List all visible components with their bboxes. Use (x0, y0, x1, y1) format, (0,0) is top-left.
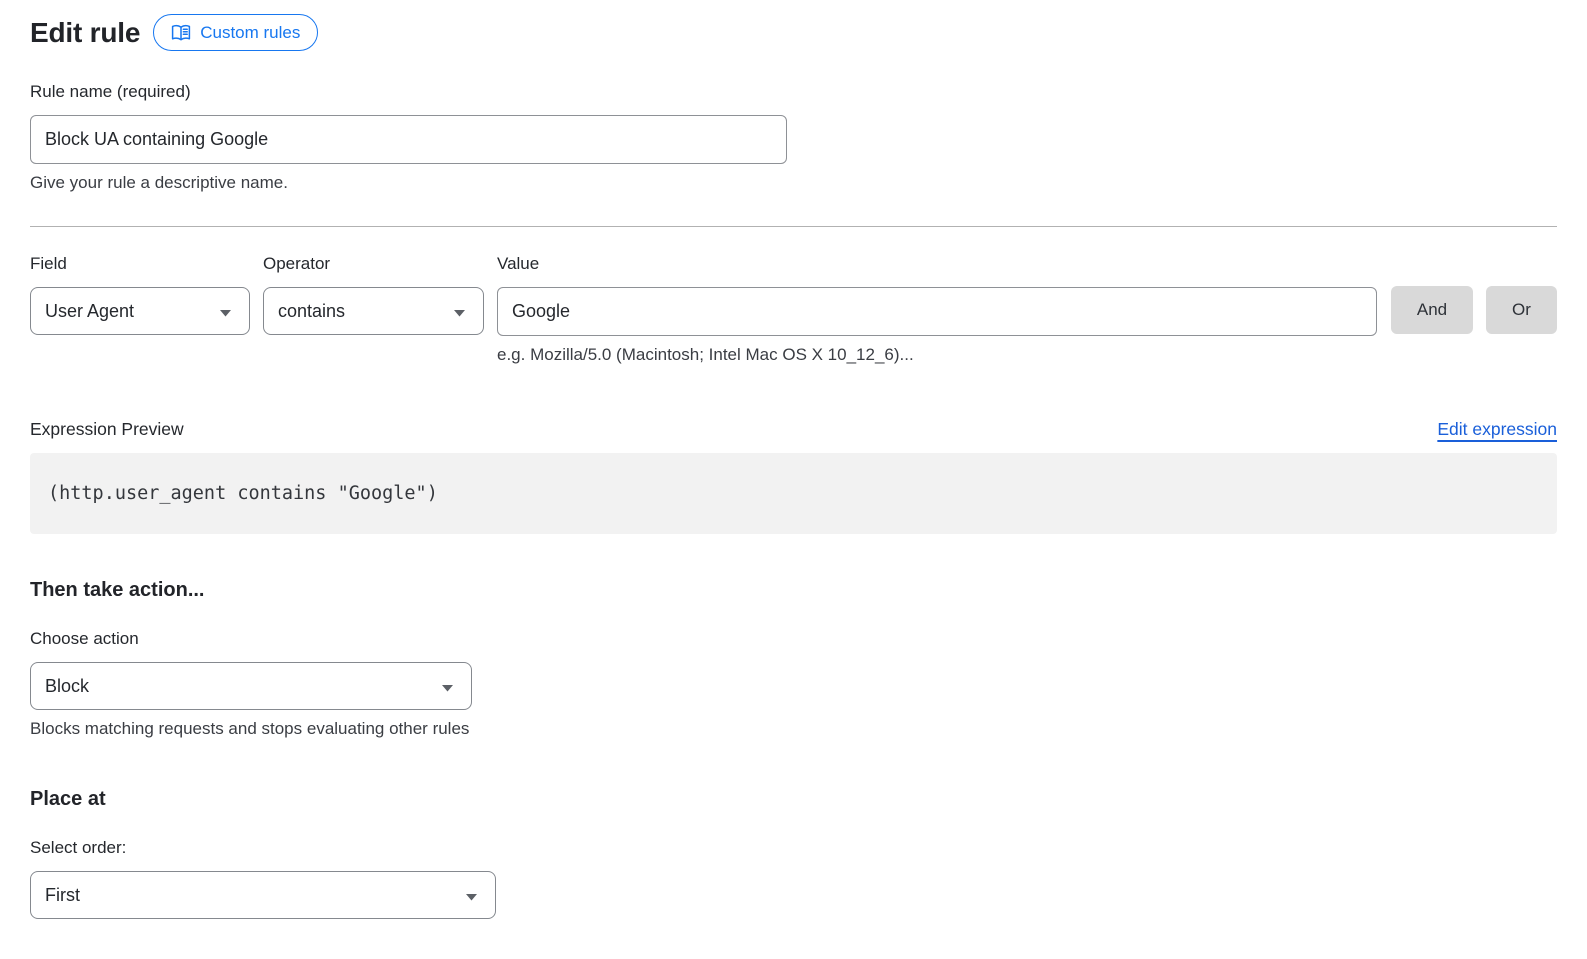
field-select-value: User Agent (45, 301, 134, 322)
or-button[interactable]: Or (1486, 286, 1557, 334)
expression-preview-box: (http.user_agent contains "Google") (30, 453, 1557, 534)
rule-name-input[interactable] (30, 115, 787, 164)
field-column: Field User Agent (30, 254, 250, 335)
order-select[interactable]: First (30, 871, 496, 919)
chevron-down-icon (219, 301, 232, 322)
action-helper: Blocks matching requests and stops evalu… (30, 719, 1557, 739)
operator-select-value: contains (278, 301, 345, 322)
field-label: Field (30, 254, 250, 274)
value-column: Value e.g. Mozilla/5.0 (Macintosh; Intel… (497, 254, 1377, 365)
edit-rule-page: Edit rule Custom rules Rule name (requir… (0, 0, 1587, 959)
condition-row: Field User Agent Operator contains Value… (30, 254, 1557, 365)
page-title: Edit rule (30, 17, 140, 49)
action-heading: Then take action... (30, 579, 1557, 602)
operator-select[interactable]: contains (263, 287, 484, 335)
field-select[interactable]: User Agent (30, 287, 250, 335)
section-divider (30, 226, 1557, 227)
choose-action-label: Choose action (30, 629, 1557, 649)
rule-name-helper: Give your rule a descriptive name. (30, 173, 1557, 193)
chevron-down-icon (453, 301, 466, 322)
rule-name-label: Rule name (required) (30, 82, 1557, 102)
action-select-value: Block (45, 676, 89, 697)
edit-expression-link[interactable]: Edit expression (1437, 419, 1557, 440)
value-helper: e.g. Mozilla/5.0 (Macintosh; Intel Mac O… (497, 345, 1377, 365)
and-button[interactable]: And (1391, 286, 1473, 334)
book-icon (171, 24, 191, 42)
custom-rules-button[interactable]: Custom rules (153, 14, 318, 51)
value-input[interactable] (497, 287, 1377, 336)
page-header: Edit rule Custom rules (30, 14, 1557, 51)
value-label: Value (497, 254, 1377, 274)
operator-column: Operator contains (263, 254, 484, 335)
chevron-down-icon (465, 885, 478, 906)
expression-code: (http.user_agent contains "Google") (48, 483, 438, 504)
expression-preview-label: Expression Preview (30, 419, 184, 440)
place-at-heading: Place at (30, 788, 1557, 811)
select-order-label: Select order: (30, 838, 1557, 858)
expression-header: Expression Preview Edit expression (30, 419, 1557, 440)
operator-label: Operator (263, 254, 484, 274)
action-select[interactable]: Block (30, 662, 472, 710)
chevron-down-icon (441, 676, 454, 697)
logic-buttons: And Or (1391, 254, 1557, 334)
custom-rules-label: Custom rules (200, 23, 300, 43)
order-select-value: First (45, 885, 80, 906)
